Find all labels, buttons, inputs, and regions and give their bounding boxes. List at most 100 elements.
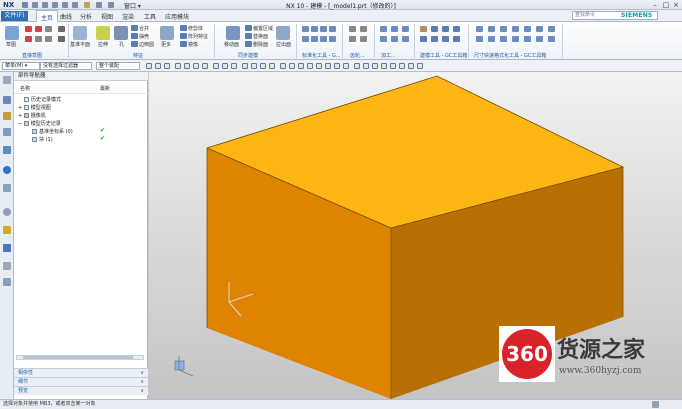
settings-icon[interactable] <box>3 76 11 84</box>
machining-tool-2-icon[interactable] <box>391 26 398 32</box>
snap-point-icon[interactable] <box>269 63 275 69</box>
dim-tool-8-icon[interactable] <box>476 36 483 42</box>
tree-node-datum-csys[interactable]: 基准坐标系 (0) <box>32 128 73 135</box>
move-face-icon[interactable] <box>226 26 240 40</box>
point-icon[interactable] <box>45 36 52 42</box>
file-menu-button[interactable]: 文件(F) <box>1 11 28 21</box>
menu-dropdown[interactable]: 菜单(M) ▾ <box>2 62 40 70</box>
dim-tool-1-icon[interactable] <box>476 26 483 32</box>
snap-point-icon[interactable] <box>399 63 405 69</box>
snap-point-icon[interactable] <box>298 63 304 69</box>
selection-tool-icon[interactable] <box>146 63 152 69</box>
snap-point-icon[interactable] <box>325 63 331 69</box>
selection-tool-icon[interactable] <box>164 63 170 69</box>
gc-tool-7-icon[interactable] <box>442 36 449 42</box>
dim-tool-11-icon[interactable] <box>512 36 519 42</box>
gear-tool-2-icon[interactable] <box>360 26 367 32</box>
mirror-icon[interactable] <box>180 41 187 47</box>
tab-view[interactable]: 视图 <box>101 12 113 21</box>
unite-icon[interactable] <box>131 25 138 31</box>
machining-tool-5-icon[interactable] <box>391 36 398 42</box>
offset-region-icon[interactable] <box>245 25 252 31</box>
assembly-navigator-icon[interactable] <box>3 112 11 120</box>
snap-point-icon[interactable] <box>316 63 322 69</box>
gc-tool-3-icon[interactable] <box>442 26 449 32</box>
web-browser-icon[interactable] <box>3 166 11 174</box>
line-icon[interactable] <box>25 26 32 32</box>
snap-point-icon[interactable] <box>343 63 349 69</box>
tab-analysis[interactable]: 分析 <box>80 12 92 21</box>
std-tool-6-icon[interactable] <box>311 36 318 42</box>
tab-applications[interactable]: 应用模块 <box>165 12 189 21</box>
sketch-constraints-icon[interactable] <box>58 36 65 42</box>
reuse-library-icon[interactable] <box>3 146 11 154</box>
tab-render[interactable]: 渲染 <box>122 12 134 21</box>
snap-point-icon[interactable] <box>289 63 295 69</box>
clock-icon[interactable] <box>3 208 11 216</box>
panel-dependencies[interactable]: 相依性 ∨ <box>14 368 148 377</box>
gc-tool-2-icon[interactable] <box>431 26 438 32</box>
edge-blend-icon[interactable] <box>131 41 138 47</box>
tree-node-cameras[interactable]: + 摄像机 <box>18 112 46 119</box>
rectangle-icon[interactable] <box>45 26 52 32</box>
gc-tool-6-icon[interactable] <box>431 36 438 42</box>
machining-tool-4-icon[interactable] <box>380 36 387 42</box>
tab-curve[interactable]: 曲线 <box>60 12 72 21</box>
std-tool-5-icon[interactable] <box>302 36 309 42</box>
graphics-window[interactable]: 360 货源之家 www.360hyzj.com <box>149 72 682 399</box>
selection-tool-icon[interactable] <box>213 63 219 69</box>
dim-tool-5-icon[interactable] <box>524 26 531 32</box>
shell-icon[interactable] <box>131 33 138 39</box>
snap-point-icon[interactable] <box>280 63 286 69</box>
std-tool-7-icon[interactable] <box>320 36 327 42</box>
snap-point-icon[interactable] <box>372 63 378 69</box>
snap-point-icon[interactable] <box>242 63 248 69</box>
selection-tool-icon[interactable] <box>222 63 228 69</box>
tab-tools[interactable]: 工具 <box>144 12 156 21</box>
gc-tool-5-icon[interactable] <box>420 36 427 42</box>
selection-tool-icon[interactable] <box>184 63 190 69</box>
gc-tool-1-icon[interactable] <box>420 26 427 32</box>
tab-home[interactable]: 主页 <box>36 10 59 22</box>
std-tool-8-icon[interactable] <box>329 36 336 42</box>
snap-point-icon[interactable] <box>381 63 387 69</box>
process-studio-icon[interactable] <box>3 244 11 252</box>
dim-tool-2-icon[interactable] <box>488 26 495 32</box>
std-tool-1-icon[interactable] <box>302 26 309 32</box>
dim-tool-13-icon[interactable] <box>536 36 543 42</box>
snap-point-icon[interactable] <box>260 63 266 69</box>
snap-point-icon[interactable] <box>354 63 360 69</box>
snap-point-icon[interactable] <box>390 63 396 69</box>
sketch-more-icon[interactable] <box>58 26 65 32</box>
hole-icon[interactable] <box>114 26 128 40</box>
datum-plane-icon[interactable] <box>73 26 87 40</box>
selection-tool-icon[interactable] <box>175 63 181 69</box>
column-name[interactable]: 名称 <box>20 85 30 94</box>
snap-point-icon[interactable] <box>408 63 414 69</box>
roles-icon[interactable] <box>3 262 11 270</box>
navigator-horizontal-scrollbar[interactable] <box>16 355 144 360</box>
selection-scope-select[interactable]: 整个装配 <box>96 62 140 70</box>
dim-tool-6-icon[interactable] <box>536 26 543 32</box>
snap-point-icon[interactable] <box>307 63 313 69</box>
scrollbar-thumb[interactable] <box>23 356 133 359</box>
selection-tool-icon[interactable] <box>155 63 161 69</box>
replace-face-icon[interactable] <box>245 33 252 39</box>
system-scenes-icon[interactable] <box>3 278 11 286</box>
selection-tool-icon[interactable] <box>193 63 199 69</box>
selection-tool-icon[interactable] <box>202 63 208 69</box>
snap-point-icon[interactable] <box>363 63 369 69</box>
system-materials-icon[interactable] <box>3 226 11 234</box>
dim-tool-12-icon[interactable] <box>524 36 531 42</box>
std-tool-2-icon[interactable] <box>311 26 318 32</box>
tree-node-history-mode[interactable]: 历史记录模式 <box>24 96 61 103</box>
column-latest[interactable]: 最新 <box>100 85 110 94</box>
close-button[interactable]: × <box>671 1 681 9</box>
snap-point-icon[interactable] <box>334 63 340 69</box>
machining-tool-3-icon[interactable] <box>402 26 409 32</box>
pattern-feature-icon[interactable] <box>180 33 187 39</box>
sketch-icon[interactable] <box>5 26 19 40</box>
circle-icon[interactable] <box>25 36 32 42</box>
delete-face-icon[interactable] <box>245 41 252 47</box>
panel-preview[interactable]: 预览 ∨ <box>14 386 148 395</box>
